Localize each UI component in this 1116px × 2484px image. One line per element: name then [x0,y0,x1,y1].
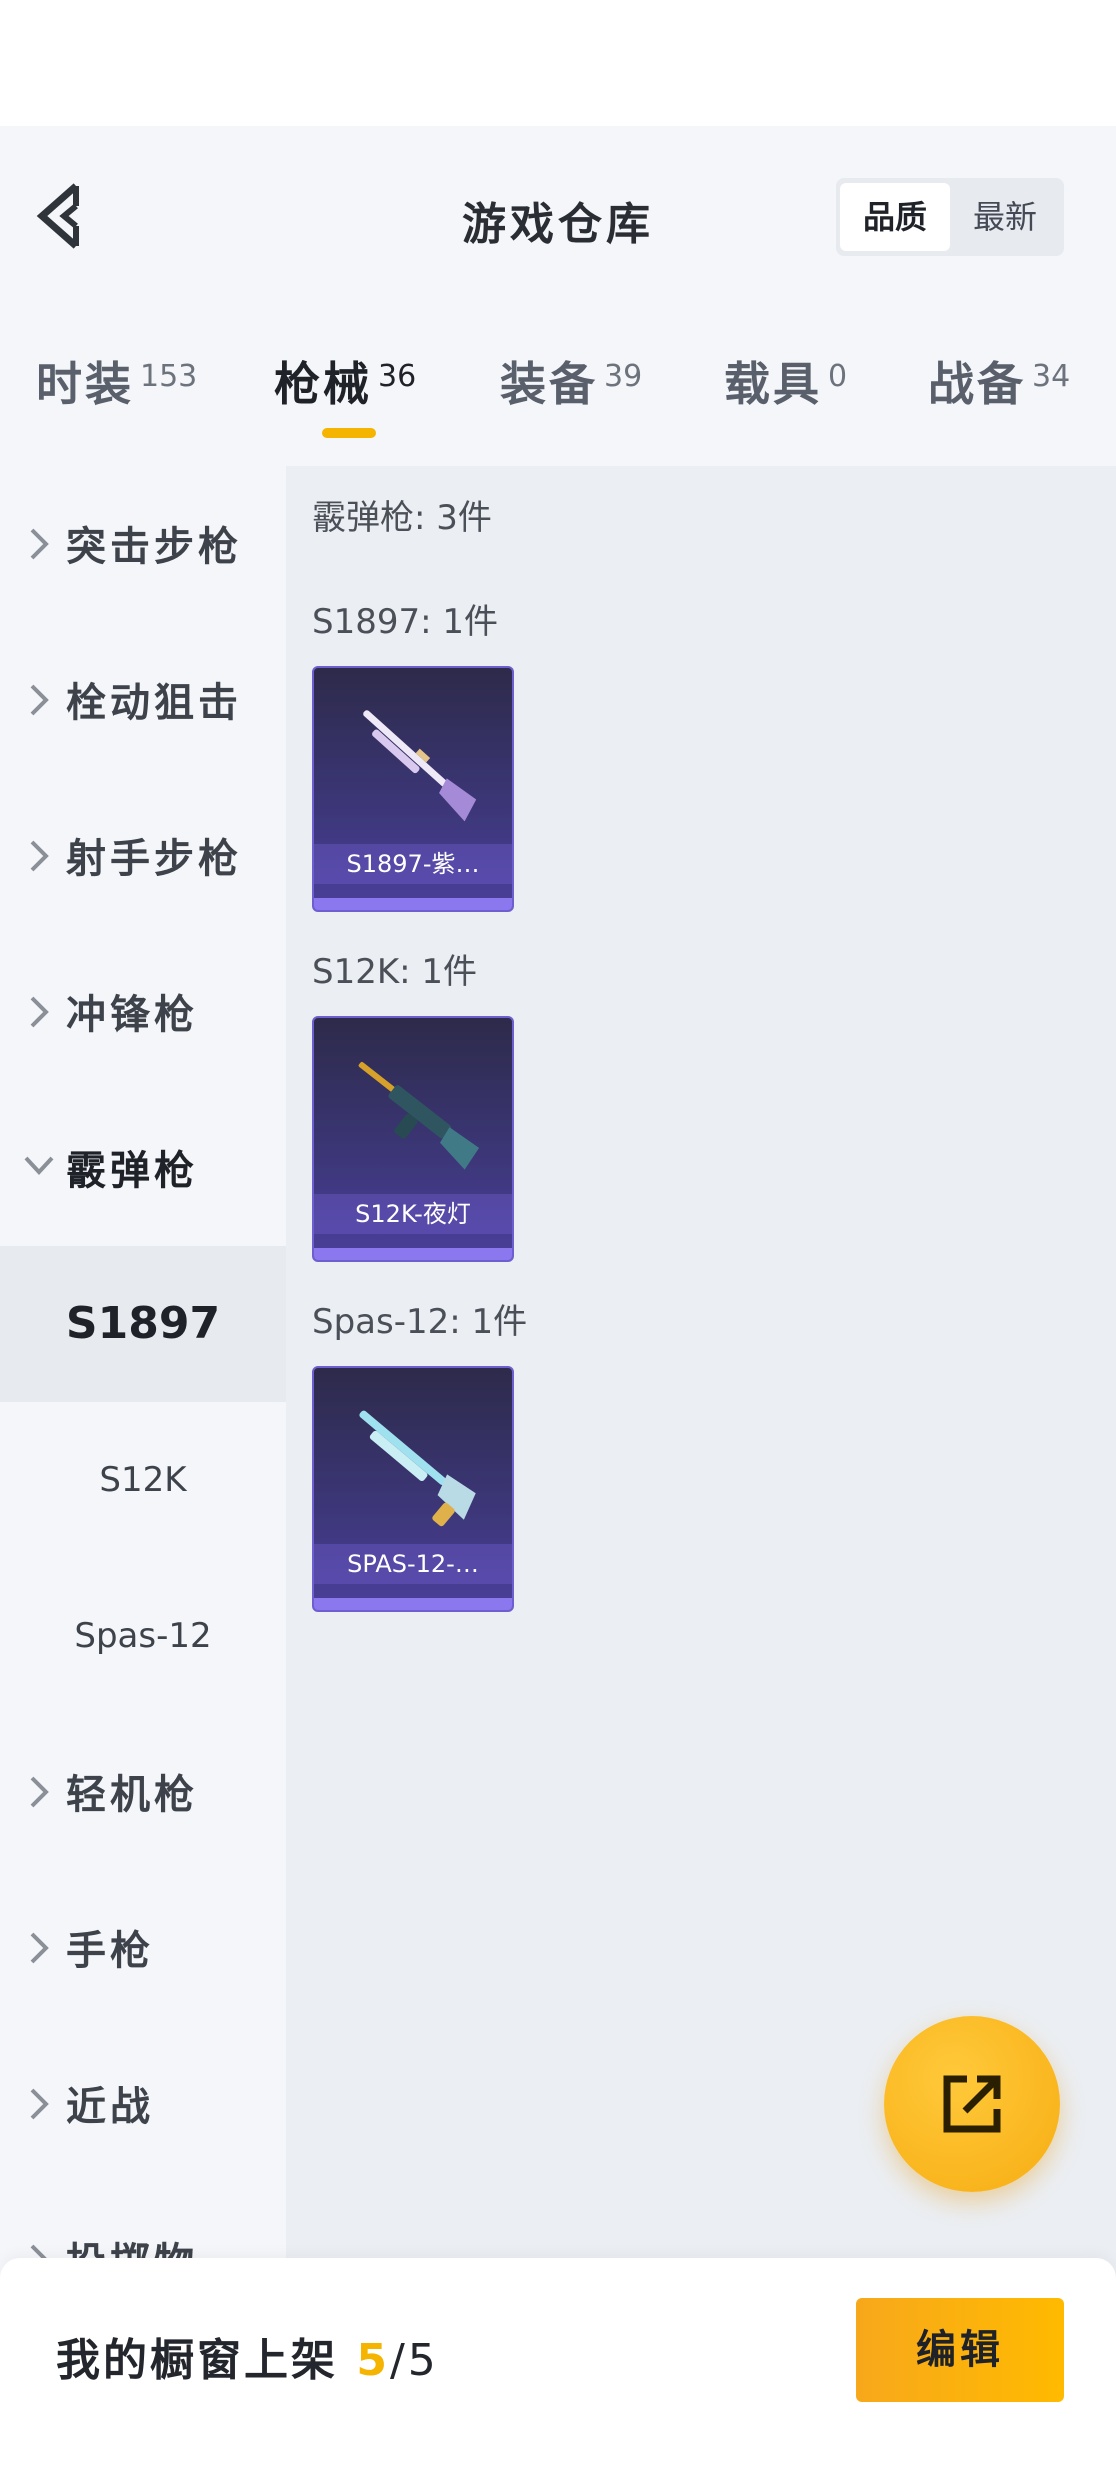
sidebar-item-label: 手枪 [66,1928,154,1974]
tab-label: 时装 [36,357,134,411]
shotgun-pump-lilac-icon [363,710,477,822]
tab-count: 153 [140,359,198,394]
sidebar-item-bolt-sniper[interactable]: 栓动狙击 [0,622,286,778]
sidebar-item-label: 霰弹枪 [66,1148,198,1194]
section-heading-spas12: Spas-12: 1件 [312,1302,528,1342]
status-bar [0,0,1116,126]
chevron-down-icon [24,1156,54,1175]
showcase-current-count: 5 [356,2335,390,2386]
sort-newest-button[interactable]: 最新 [950,183,1060,251]
sidebar-item-melee[interactable]: 近战 [0,2026,286,2182]
sidebar-item-marksman-rifle[interactable]: 射手步枪 [0,778,286,934]
warehouse-screen: 游戏仓库 品质 最新 时装 153 枪械 36 装备 39 载具 0 战备 34 突击步枪 [0,126,1116,2484]
header: 游戏仓库 品质 最新 [0,126,1116,306]
share-fab-button[interactable] [884,2016,1060,2192]
chevron-right-icon [30,1776,49,1808]
showcase-total-count: /5 [389,2335,439,2386]
chevron-right-icon [30,528,49,560]
weapon-type-sidebar: 突击步枪 栓动狙击 射手步枪 冲锋枪 霰弹枪 S1897 S12K Spas-1… [0,466,286,2396]
tab-count: 0 [828,359,848,394]
tab-count: 34 [1032,359,1071,394]
sidebar-item-assault-rifle[interactable]: 突击步枪 [0,466,286,622]
tab-label: 战备 [928,357,1026,411]
showcase-bar: 我的橱窗上架 5/5 编辑 [0,2258,1116,2484]
item-name: S12K-夜灯 [314,1194,512,1234]
sidebar-item-label: 射手步枪 [66,836,242,882]
section-heading-s1897: S1897: 1件 [312,602,499,642]
tab-count: 36 [378,359,417,394]
item-name: SPAS-12-… [314,1544,512,1584]
section-heading-s12k: S12K: 1件 [312,952,478,992]
showcase-label: 我的橱窗上架 5/5 [56,2324,439,2388]
tab-count: 39 [604,359,643,394]
sidebar-item-label: 栓动狙击 [66,680,242,726]
shotgun-spas-aqua-icon [359,1410,476,1527]
active-tab-indicator [322,428,376,438]
share-external-icon [943,2075,1001,2133]
chevron-right-icon [30,684,49,716]
chevron-right-icon [30,840,49,872]
chevron-right-icon [30,996,49,1028]
sidebar-item-label: 冲锋枪 [66,992,198,1038]
category-tabs: 时装 153 枪械 36 装备 39 载具 0 战备 34 [0,348,1116,468]
tab-label: 装备 [500,357,598,411]
tab-supplies[interactable]: 战备 34 [928,348,1070,458]
sort-toggle: 品质 最新 [836,178,1064,256]
item-card-s12k[interactable]: S12K-夜灯 [312,1016,514,1262]
sort-quality-button[interactable]: 品质 [840,183,950,251]
sidebar-item-label: 近战 [66,2084,154,2130]
item-card-spas12[interactable]: SPAS-12-… [312,1366,514,1612]
sidebar-item-shotgun[interactable]: 霰弹枪 [0,1090,286,1246]
tab-label: 枪械 [274,357,372,411]
sidebar-subitem-s1897[interactable]: S1897 [0,1246,286,1402]
tab-fashion[interactable]: 时装 153 [36,348,197,458]
tab-vehicles[interactable]: 载具 0 [724,348,847,458]
sidebar-item-label: 轻机枪 [66,1772,198,1818]
tab-label: 载具 [724,357,822,411]
item-name: S1897-紫… [314,844,512,884]
edit-button[interactable]: 编辑 [856,2298,1064,2402]
sidebar-subitem-spas12[interactable]: Spas-12 [0,1558,286,1714]
rarity-bar [314,1248,512,1260]
sidebar-item-smg[interactable]: 冲锋枪 [0,934,286,1090]
rarity-bar [314,898,512,910]
shotgun-s12k-night-icon [358,1061,480,1170]
sidebar-item-pistol[interactable]: 手枪 [0,1870,286,2026]
sidebar-item-lmg[interactable]: 轻机枪 [0,1714,286,1870]
item-card-s1897[interactable]: S1897-紫… [312,666,514,912]
chevron-right-icon [30,2088,49,2120]
sidebar-subitem-s12k[interactable]: S12K [0,1402,286,1558]
chevron-right-icon [30,1932,49,1964]
tab-equipment[interactable]: 装备 39 [500,348,642,458]
group-title: 霰弹枪: 3件 [312,498,492,538]
rarity-bar [314,1598,512,1610]
sidebar-item-label: 突击步枪 [66,524,242,570]
tab-firearms[interactable]: 枪械 36 [274,348,416,458]
showcase-text: 我的橱窗上架 [56,2335,357,2386]
